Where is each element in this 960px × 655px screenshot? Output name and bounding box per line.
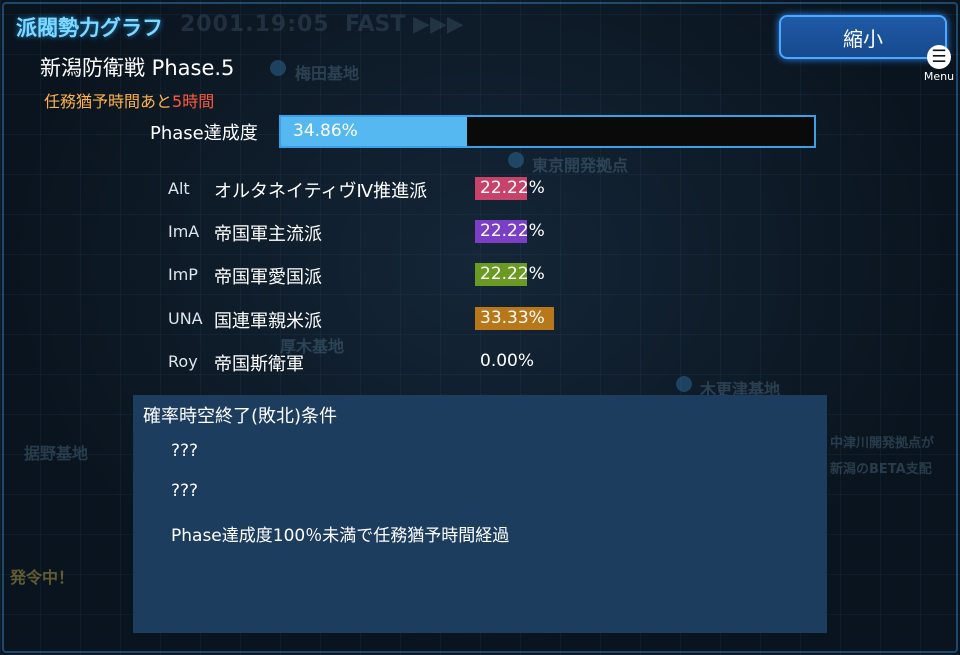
speed-indicator: FAST ▶▶▶	[345, 12, 464, 37]
phase-progress-bar: 34.86%	[279, 115, 816, 148]
faction-name: 国連軍親米派	[214, 311, 322, 332]
faction-name: オルタネイティヴⅣ推進派	[214, 181, 428, 202]
app-title: 派閥勢力グラフ	[16, 15, 163, 40]
phase-label: Phase達成度	[150, 123, 258, 144]
faction-row: ImA 帝国軍主流派 22.22%	[168, 220, 628, 245]
defeat-conditions-panel: 確率時空終了(敗北)条件 ??? ??? Phase達成度100％未満で任務猶予…	[133, 395, 827, 633]
faction-code: Roy	[168, 352, 198, 371]
faction-row: Roy 帝国斯衛軍 0.00%	[168, 350, 628, 375]
condition-item: Phase達成度100％未満で任務猶予時間経過	[171, 526, 510, 546]
faction-row: ImP 帝国軍愛国派 22.22%	[168, 263, 628, 288]
phase-progress-value: 34.86%	[293, 121, 358, 141]
faction-share-value: 22.22%	[480, 221, 545, 241]
faction-name: 帝国軍主流派	[214, 224, 322, 245]
faction-code: UNA	[168, 309, 203, 328]
menu-label: Menu	[923, 70, 955, 83]
mission-timer: 任務猶予時間あと5時間	[44, 88, 214, 112]
faction-code: Alt	[168, 179, 190, 198]
faction-share-value: 22.22%	[480, 178, 545, 198]
faction-share-value: 33.33%	[480, 308, 545, 328]
stage-title: 新潟防衛戦 Phase.5	[40, 56, 235, 80]
timer-prefix: 任務猶予時間あと	[44, 92, 173, 111]
faction-share-value: 22.22%	[480, 264, 545, 284]
conditions-title: 確率時空終了(敗北)条件	[143, 406, 338, 427]
timer-value: 5時間	[172, 92, 215, 111]
faction-row: UNA 国連軍親米派 33.33%	[168, 307, 628, 332]
condition-item: ???	[171, 441, 199, 461]
faction-code: ImP	[168, 265, 198, 284]
faction-row: Alt オルタネイティヴⅣ推進派 22.22%	[168, 177, 628, 202]
condition-item: ???	[171, 481, 199, 501]
faction-share-value: 0.00%	[480, 351, 535, 371]
faction-name: 帝国軍愛国派	[214, 267, 322, 288]
menu-icon: ☰	[927, 45, 951, 69]
faction-name: 帝国斯衛軍	[214, 354, 304, 375]
faction-code: ImA	[168, 222, 200, 241]
menu-button[interactable]: ☰ Menu	[922, 45, 956, 83]
game-clock: 2001.19:05	[180, 12, 330, 37]
